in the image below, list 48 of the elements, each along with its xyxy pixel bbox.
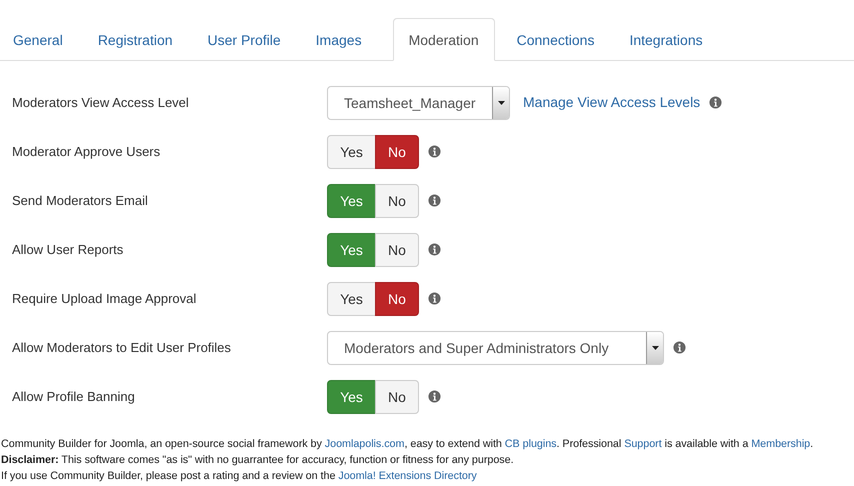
toggle-option[interactable]: No bbox=[375, 282, 419, 316]
footer-link[interactable]: Membership bbox=[751, 438, 810, 450]
tab[interactable]: Connections bbox=[504, 18, 608, 61]
dropdown-field[interactable]: Teamsheet_Manager bbox=[327, 86, 510, 120]
manage-link[interactable]: Manage View Access Levels bbox=[523, 92, 700, 113]
toggle-option[interactable]: No bbox=[375, 184, 419, 218]
setting-label: Require Upload Image Approval bbox=[11, 290, 198, 308]
footer-text: is available with a bbox=[664, 438, 750, 450]
footer-text: Disclaimer: This software comes "as is" with no guarrantee for accuracy, function or fitness for any purpose. bbox=[1, 454, 514, 466]
setting-label: Allow Moderators to Edit User Profiles bbox=[11, 338, 232, 357]
tab[interactable]: Images bbox=[302, 18, 375, 61]
setting-label: Allow Profile Banning bbox=[11, 388, 136, 406]
footer-text: . bbox=[810, 438, 814, 450]
footer-link[interactable]: CB plugins bbox=[504, 438, 557, 450]
dropdown-field[interactable]: Moderators and Super Administrators Only bbox=[327, 330, 664, 364]
toggle-option[interactable]: Yes bbox=[327, 134, 376, 168]
footer-link[interactable]: Joomla! Extensions Directory bbox=[338, 470, 477, 482]
caret-icon bbox=[498, 100, 504, 104]
info-icon[interactable] bbox=[709, 96, 722, 109]
footer-text: . Professional bbox=[556, 438, 622, 450]
caret-icon bbox=[652, 346, 658, 350]
info-icon[interactable] bbox=[673, 341, 686, 354]
setting-label: Allow User Reports bbox=[11, 240, 124, 259]
footer-text: , easy to extend with bbox=[404, 438, 503, 450]
toggle-option[interactable]: No bbox=[375, 232, 419, 266]
footer-link[interactable]: Support bbox=[624, 438, 662, 450]
setting-label: Moderators View Access Level bbox=[11, 94, 190, 112]
footer-link[interactable]: Joomlapolis.com bbox=[324, 438, 404, 450]
info-icon[interactable] bbox=[428, 292, 441, 305]
tab[interactable]: Moderation bbox=[392, 18, 495, 61]
toggle-option[interactable]: No bbox=[375, 380, 419, 414]
tab[interactable]: Registration bbox=[84, 18, 186, 61]
toggle-option[interactable]: Yes bbox=[327, 232, 376, 266]
tab[interactable]: Integrations bbox=[616, 18, 716, 61]
toggle-option[interactable]: Yes bbox=[327, 282, 376, 316]
info-icon[interactable] bbox=[428, 390, 441, 403]
toggle-option[interactable]: Yes bbox=[327, 380, 376, 414]
tab[interactable]: General bbox=[0, 18, 76, 61]
setting-label: Moderator Approve Users bbox=[11, 142, 162, 161]
footer-text: If you use Community Builder, please post a rating and a review on the bbox=[1, 470, 336, 482]
toggle-option[interactable]: Yes bbox=[327, 184, 376, 218]
footer-text: Community Builder for Joomla, an open-source social framework by bbox=[1, 438, 323, 450]
tab[interactable]: User Profile bbox=[194, 18, 294, 61]
info-icon[interactable] bbox=[428, 194, 441, 207]
info-icon[interactable] bbox=[428, 145, 441, 158]
toggle-option[interactable]: No bbox=[375, 134, 419, 168]
setting-label: Send Moderators Email bbox=[11, 192, 149, 210]
info-icon[interactable] bbox=[428, 243, 441, 256]
